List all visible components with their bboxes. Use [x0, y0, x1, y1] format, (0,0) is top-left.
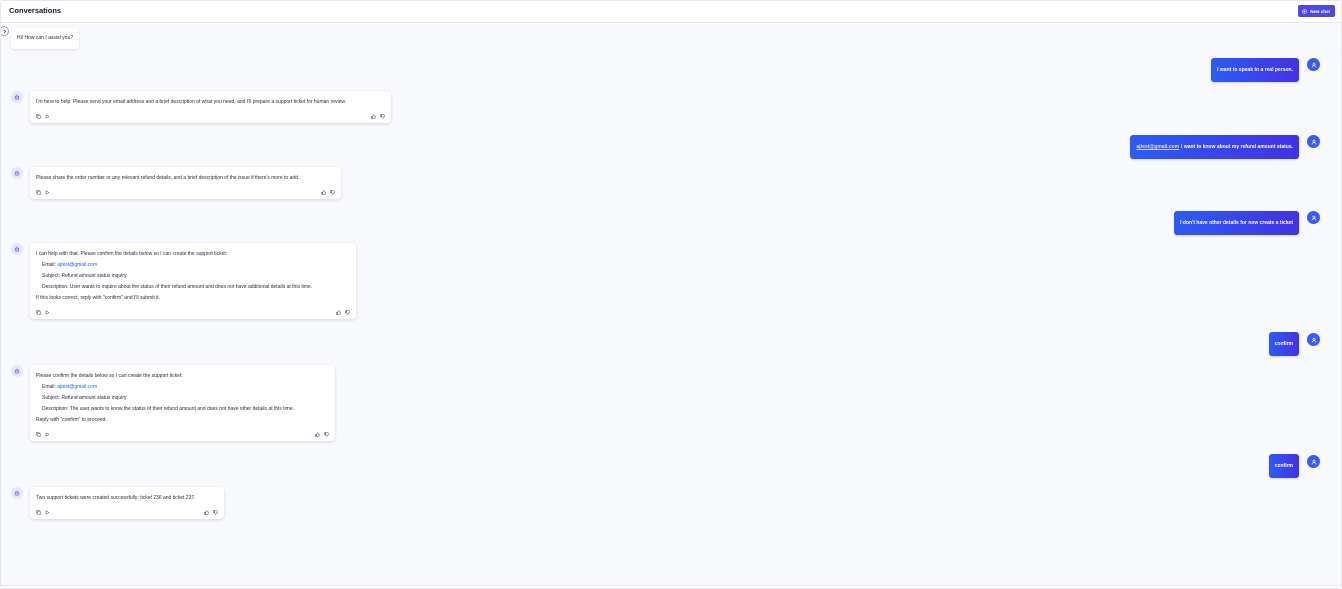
header: Conversations New chat: [1, 1, 1341, 23]
bot-avatar: [11, 487, 23, 499]
copy-icon[interactable]: [36, 309, 41, 315]
bot-icon: [14, 170, 20, 176]
bot-message: Please share the order number or any rel…: [30, 167, 341, 199]
bot-avatar: [11, 243, 23, 255]
new-chat-label: New chat: [1310, 8, 1330, 14]
user-icon: [1311, 337, 1316, 342]
thumbs-up-icon[interactable]: [321, 189, 326, 195]
user-icon: [1311, 215, 1316, 220]
bot-message-outro: If this looks correct, reply with "confi…: [36, 295, 160, 301]
user-icon: [1311, 62, 1316, 67]
user-avatar: [1307, 58, 1320, 71]
bot-message: I can help with that. Please confirm the…: [30, 243, 356, 319]
bot-message-outro: Reply with "confirm" to proceed.: [36, 417, 107, 423]
bot-icon: [14, 368, 20, 374]
play-icon[interactable]: [45, 309, 50, 315]
ticket-email: Email: ajtest@gmail.com: [42, 262, 98, 268]
copy-icon[interactable]: [36, 113, 41, 119]
bot-icon: [14, 490, 20, 496]
play-icon[interactable]: [45, 509, 50, 515]
play-icon[interactable]: [45, 113, 50, 119]
email-link[interactable]: ajtest@gmail.com: [57, 384, 97, 390]
user-message: confirm: [1268, 332, 1299, 356]
user-message-text: I want to know about my refund amount st…: [1181, 144, 1293, 150]
bot-message-text: Please share the order number or any rel…: [36, 175, 300, 181]
user-avatar: [1307, 333, 1320, 346]
bot-message-text: Two support tickets were created success…: [36, 495, 196, 501]
thumbs-down-icon[interactable]: [330, 189, 335, 195]
bot-avatar: [11, 167, 23, 179]
thumbs-down-icon[interactable]: [324, 431, 329, 437]
ticket-email: Email: ajtest@gmail.com: [42, 384, 98, 390]
chevron-right-icon: [3, 29, 6, 33]
collapse-sidebar-button[interactable]: [1, 26, 9, 36]
ticket-description: Description: The user wants to know the …: [42, 406, 294, 412]
ticket-subject: Subject: Refund amount status inquiry: [42, 273, 127, 279]
user-avatar: [1307, 211, 1320, 224]
user-avatar: [1307, 135, 1320, 148]
copy-icon[interactable]: [36, 189, 41, 195]
page-title: Conversations: [9, 6, 62, 15]
thumbs-down-icon[interactable]: [380, 113, 385, 119]
play-icon[interactable]: [45, 189, 50, 195]
bot-message-text: I'm here to help. Please send your email…: [36, 99, 347, 105]
bot-message: Two support tickets were created success…: [30, 487, 224, 519]
plus-circle-icon: [1302, 8, 1308, 14]
bot-avatar: [11, 91, 23, 103]
thumbs-up-icon[interactable]: [336, 309, 341, 315]
thumbs-up-icon[interactable]: [204, 509, 209, 515]
user-message-text: I want to speak to a real person.: [1217, 67, 1293, 73]
copy-icon[interactable]: [36, 431, 41, 437]
bot-icon: [14, 246, 20, 252]
bot-message: Please confirm the details below so I ca…: [30, 365, 335, 441]
user-message: ajtest@gmail.com I want to know about my…: [1130, 135, 1299, 159]
greeting-message: Hi! How can I assist you?: [11, 28, 80, 49]
bot-message: I'm here to help. Please send your email…: [30, 91, 391, 123]
bot-avatar: [11, 365, 23, 377]
thumbs-down-icon[interactable]: [345, 309, 350, 315]
user-icon: [1311, 459, 1316, 464]
user-message: I want to speak to a real person.: [1211, 58, 1299, 82]
bot-message-intro: I can help with that. Please confirm the…: [36, 251, 228, 257]
app-window: Conversations New chat Hi! How can I ass…: [0, 0, 1342, 589]
input-bar[interactable]: [1, 585, 1341, 588]
ticket-description: Description: User wants to inquire about…: [42, 284, 313, 290]
thumbs-down-icon[interactable]: [213, 509, 218, 515]
thumbs-up-icon[interactable]: [315, 431, 320, 437]
user-avatar: [1307, 455, 1320, 468]
bot-message-intro: Please confirm the details below so I ca…: [36, 373, 183, 379]
new-chat-button[interactable]: New chat: [1298, 5, 1335, 17]
copy-icon[interactable]: [36, 509, 41, 515]
email-link[interactable]: ajtest@gmail.com: [1136, 144, 1179, 150]
user-icon: [1311, 139, 1316, 144]
user-message: confirm: [1268, 454, 1299, 478]
user-message-text: confirm: [1274, 341, 1293, 347]
ticket-subject: Subject: Refund amount status inquiry: [42, 395, 127, 401]
play-icon[interactable]: [45, 431, 50, 437]
email-link[interactable]: ajtest@gmail.com: [57, 262, 97, 268]
thumbs-up-icon[interactable]: [371, 113, 376, 119]
bot-icon: [14, 94, 20, 100]
user-message-text: I don't have other details for now creat…: [1180, 220, 1293, 226]
user-message-text: confirm: [1274, 463, 1293, 469]
user-message: I don't have other details for now creat…: [1174, 211, 1299, 235]
